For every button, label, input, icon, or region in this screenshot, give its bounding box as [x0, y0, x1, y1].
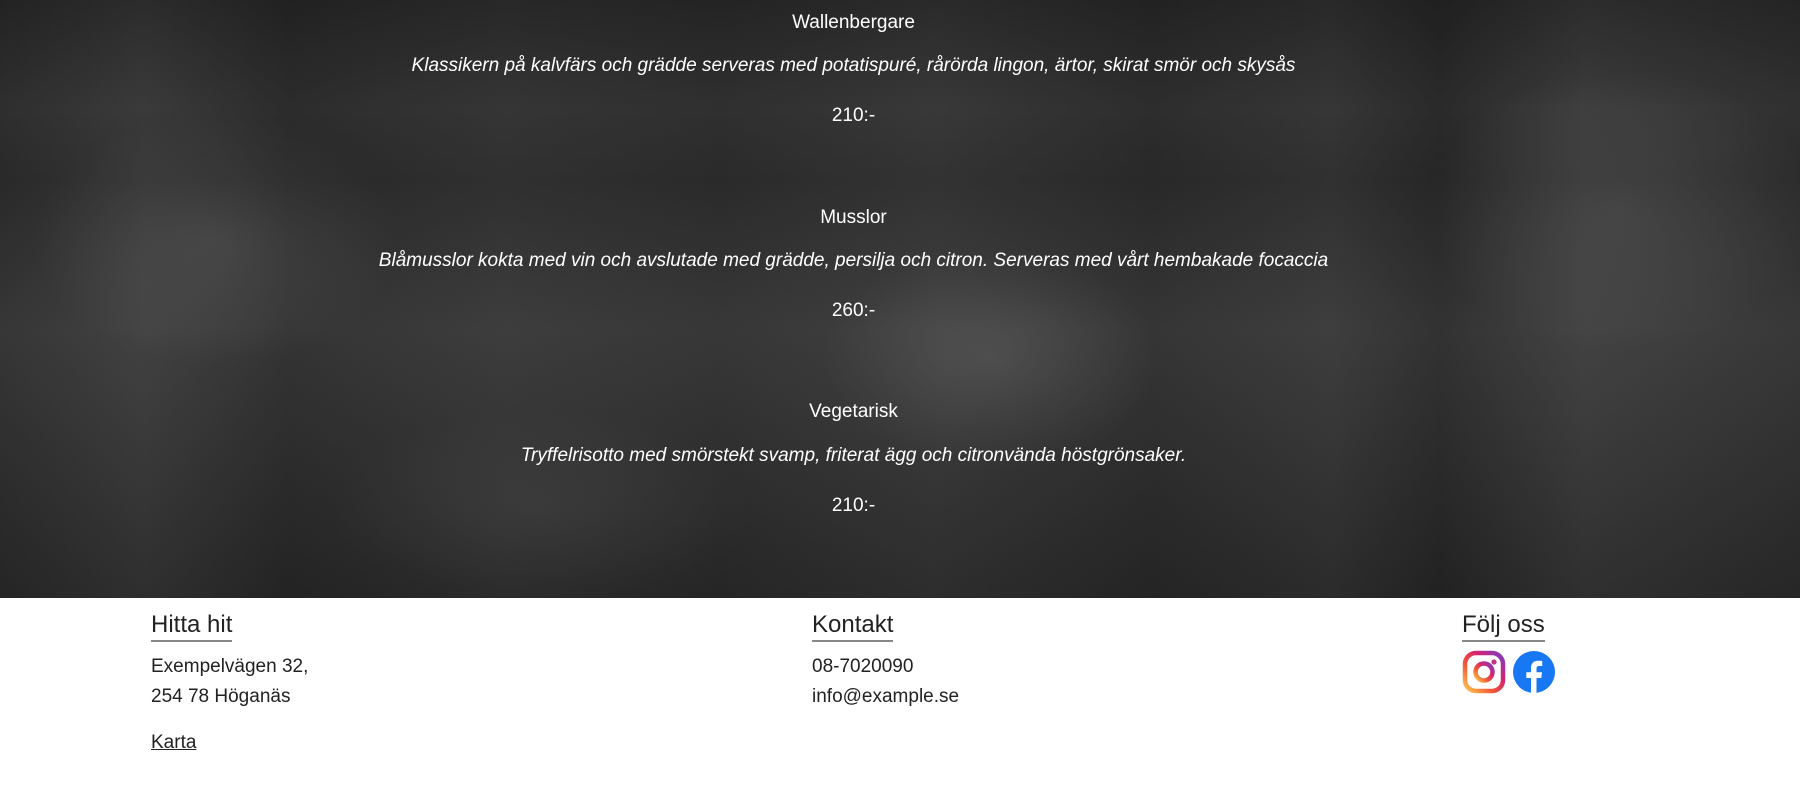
- instagram-icon[interactable]: [1462, 650, 1506, 694]
- facebook-icon[interactable]: [1512, 650, 1556, 694]
- dish-name: Vegetarisk: [809, 401, 898, 422]
- contact-column: Kontakt 08-7020090 info@example.se: [812, 610, 959, 712]
- address-line-2: 254 78 Höganäs: [151, 686, 291, 707]
- dish-name: Musslor: [820, 207, 887, 228]
- dish-description: Klassikern på kalvfärs och grädde server…: [411, 55, 1296, 76]
- social-links: [1462, 650, 1556, 694]
- dish-name: Wallenbergare: [792, 12, 915, 33]
- dish-price: 260:-: [831, 300, 876, 321]
- contact-email: info@example.se: [812, 686, 960, 707]
- dish-description: Blåmusslor kokta med vin och avslutade m…: [378, 250, 1329, 271]
- address-line-1: Exempelvägen 32,: [151, 656, 309, 677]
- dish-price: 210:-: [831, 105, 876, 126]
- find-us-column: Hitta hit Exempelvägen 32, 254 78 Höganä…: [151, 610, 308, 754]
- menu-section: Wallenbergare Klassikern på kalvfärs och…: [0, 0, 1800, 598]
- find-us-title: Hitta hit: [151, 610, 233, 642]
- dish-price: 210:-: [831, 495, 876, 516]
- contact-phone: 08-7020090: [812, 656, 914, 677]
- follow-title: Följ oss: [1462, 610, 1545, 642]
- dish-description: Tryffelrisotto med smörstekt svamp, frit…: [520, 445, 1187, 466]
- footer: Hitta hit Exempelvägen 32, 254 78 Höganä…: [0, 598, 1800, 801]
- contact-title: Kontakt: [812, 610, 894, 642]
- follow-column: Följ oss: [1462, 610, 1556, 694]
- map-link[interactable]: Karta: [151, 732, 196, 754]
